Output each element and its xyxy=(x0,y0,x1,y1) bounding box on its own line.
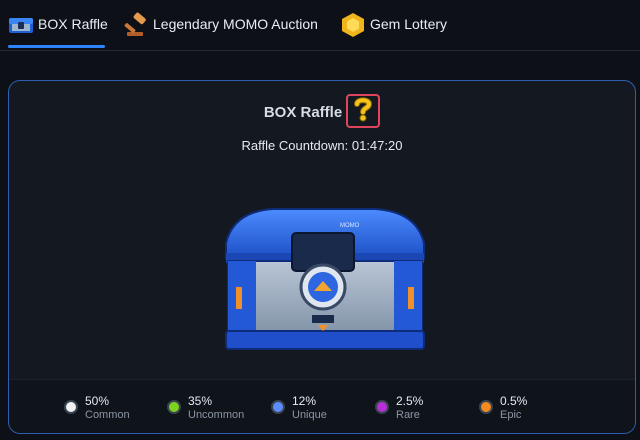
box-chest-image: MOMO xyxy=(214,203,434,359)
tab-bar: BOX Raffle Legendary MOMO Auction Gem Lo… xyxy=(0,0,640,51)
raffle-countdown: Raffle Countdown: 01:47:20 xyxy=(241,138,403,153)
tab-label: Gem Lottery xyxy=(370,16,448,32)
rate-name: Rare xyxy=(396,409,420,421)
svg-text:MOMO: MOMO xyxy=(340,223,360,229)
gavel-icon xyxy=(123,12,147,36)
raffle-title: BOX Raffle xyxy=(263,104,343,121)
rare-dot-icon xyxy=(375,400,389,414)
tab-gem-lottery[interactable]: Gem Lottery xyxy=(340,8,447,40)
rate-rare: 2.5% Rare xyxy=(375,394,423,422)
chest-icon xyxy=(8,12,33,36)
active-tab-indicator xyxy=(8,45,105,48)
unique-dot-icon xyxy=(271,400,285,414)
help-button[interactable] xyxy=(346,94,380,128)
epic-dot-icon xyxy=(479,400,493,414)
rate-unique: 12% Unique xyxy=(271,394,327,422)
gem-icon xyxy=(340,12,364,37)
question-mark-icon xyxy=(351,96,375,127)
rate-percent: 0.5% xyxy=(500,394,528,408)
rate-name: Uncommon xyxy=(188,409,245,421)
common-dot-icon xyxy=(64,400,78,414)
raffle-card: BOX Raffle Raffle Countdown: 01:47:20 MO… xyxy=(8,80,636,434)
rate-name: Common xyxy=(85,409,130,421)
tab-label: Legendary MOMO Auction xyxy=(153,16,318,32)
rate-percent: 50% xyxy=(85,394,110,408)
rate-percent: 2.5% xyxy=(396,394,424,408)
tab-label: BOX Raffle xyxy=(38,16,108,32)
rate-epic: 0.5% Epic xyxy=(479,394,527,422)
uncommon-dot-icon xyxy=(167,400,181,414)
raffle-title-row: BOX Raffle xyxy=(9,104,635,121)
tab-legendary-momo-auction[interactable]: Legendary MOMO Auction xyxy=(123,8,318,40)
rate-uncommon: 35% Uncommon xyxy=(167,394,244,422)
rarity-rates-bar: 50% Common 35% Uncommon 12% Unique 2.5% … xyxy=(9,379,635,433)
rate-name: Unique xyxy=(292,409,327,421)
tab-box-raffle[interactable]: BOX Raffle xyxy=(8,8,108,40)
rate-name: Epic xyxy=(500,409,522,421)
rate-common: 50% Common xyxy=(64,394,130,422)
rate-percent: 35% xyxy=(188,394,213,408)
rate-percent: 12% xyxy=(292,394,317,408)
